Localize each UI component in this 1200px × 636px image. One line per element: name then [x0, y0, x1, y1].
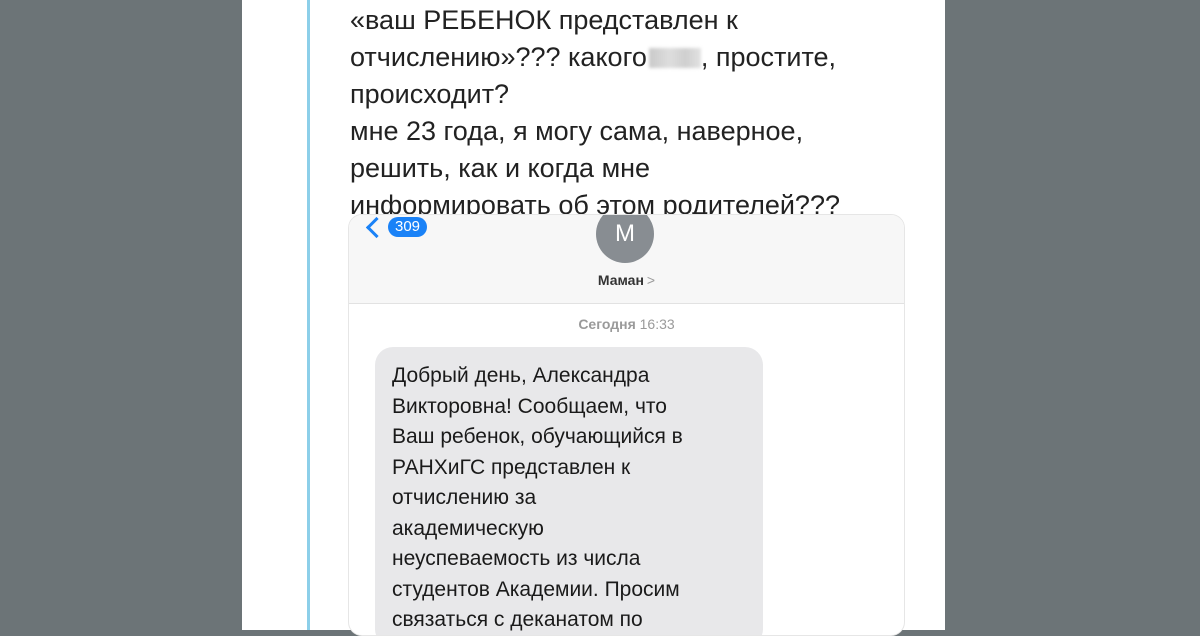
tweet-line: отчислению»??? какого , простите,	[350, 39, 930, 76]
unread-badge: 309	[388, 217, 428, 237]
tweet-line-part: , простите,	[700, 42, 837, 72]
avatar-initial: М	[615, 220, 635, 247]
censored-word	[648, 48, 701, 68]
avatar[interactable]: М	[596, 215, 654, 263]
tweet-line: решить, как и когда мне	[350, 153, 651, 183]
sms-line: Ваш ребенок, обучающийся в	[392, 425, 683, 448]
sms-line: студентов Академии. Просим	[392, 577, 680, 601]
tweet-line: «ваш РЕБЕНОК представлен к	[350, 5, 738, 35]
contact-name: Маман	[597, 272, 644, 288]
messages-screenshot: 309 М Маман > Сегодня 16:33 Добрый день, …	[348, 214, 905, 636]
sms-line: неуспеваемость из числа	[392, 547, 641, 570]
date-label: Сегодня	[578, 316, 636, 332]
chevron-left-icon	[365, 216, 388, 238]
contact-name-button[interactable]: Маман >	[349, 272, 904, 288]
sms-line: РАНХиГС представлен к	[392, 455, 631, 479]
tweet-text: «ваш РЕБЕНОК представлен к отчислению»??…	[350, 2, 930, 224]
sms-line: отчислению за	[392, 486, 537, 509]
time-label: 16:33	[639, 316, 675, 332]
sms-line: Добрый день, Александра	[392, 364, 650, 387]
sms-line: Викторовна! Сообщаем, что	[392, 394, 667, 418]
sms-line: связаться с деканатом по	[392, 608, 643, 631]
thread-line	[307, 0, 310, 630]
messages-header: 309 М Маман >	[349, 215, 904, 304]
tweet-line-part: отчислению»??? какого	[350, 42, 647, 72]
back-button[interactable]: 309	[365, 216, 428, 238]
chevron-right-icon: >	[646, 272, 656, 288]
message-bubble: Добрый день, Александра Викторовна! Сооб…	[375, 347, 763, 635]
sms-line: академическую	[392, 516, 544, 540]
tweet-line: происходит?	[350, 79, 510, 109]
message-timestamp: Сегодня 16:33	[349, 316, 904, 332]
tweet-line: мне 23 года, я могу сама, наверное,	[350, 116, 804, 146]
